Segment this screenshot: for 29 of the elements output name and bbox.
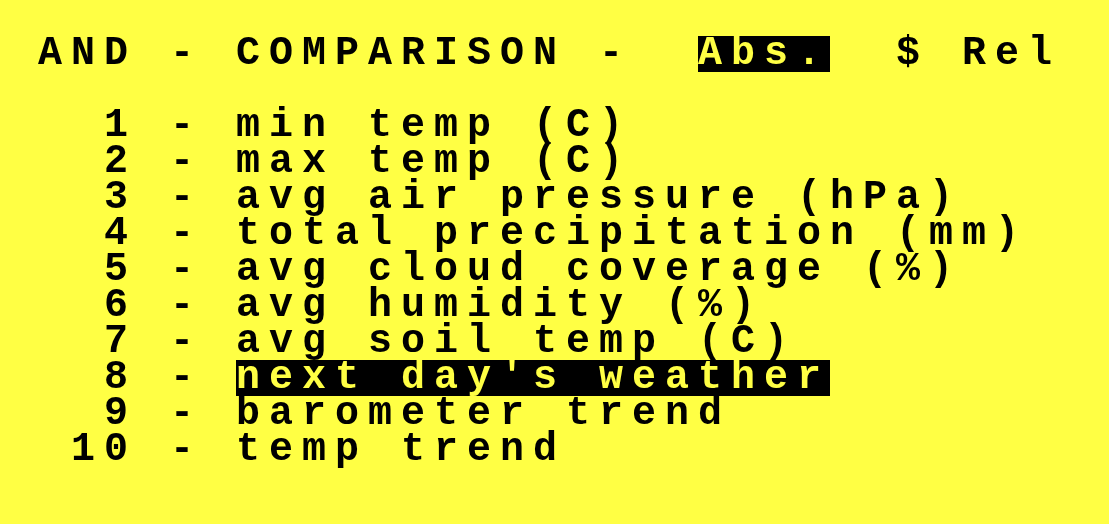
mode-option[interactable]: Abs. — [698, 36, 831, 72]
mode-option[interactable]: $ Rel — [896, 36, 1062, 72]
menu-option[interactable]: max temp (C) — [236, 144, 633, 180]
menu-option[interactable]: avg soil temp (C) — [236, 324, 798, 360]
dash: - — [170, 252, 204, 288]
option-number: 5 — [103, 252, 137, 288]
dash: - — [170, 108, 204, 144]
option-number: 4 — [103, 216, 137, 252]
dash: - — [170, 396, 204, 432]
screen-title: AND - COMPARISON - — [38, 36, 633, 72]
menu-option[interactable]: next day's weather — [236, 360, 831, 396]
menu-option[interactable]: temp trend — [236, 432, 567, 468]
dash: - — [170, 144, 204, 180]
option-number: 2 — [103, 144, 137, 180]
option-number: 7 — [103, 324, 137, 360]
option-number: 8 — [103, 360, 137, 396]
option-number: 1 — [103, 108, 137, 144]
option-number: 10 — [70, 432, 137, 468]
dash: - — [170, 180, 204, 216]
option-number: 6 — [103, 288, 137, 324]
dash: - — [170, 288, 204, 324]
option-number: 3 — [103, 180, 137, 216]
dash: - — [170, 432, 204, 468]
menu-option[interactable]: avg humidity (%) — [236, 288, 765, 324]
dash: - — [170, 324, 204, 360]
option-number: 9 — [104, 396, 137, 432]
dash: - — [170, 216, 204, 252]
menu-option[interactable]: min temp (C) — [236, 108, 633, 144]
dash: - — [170, 360, 204, 396]
